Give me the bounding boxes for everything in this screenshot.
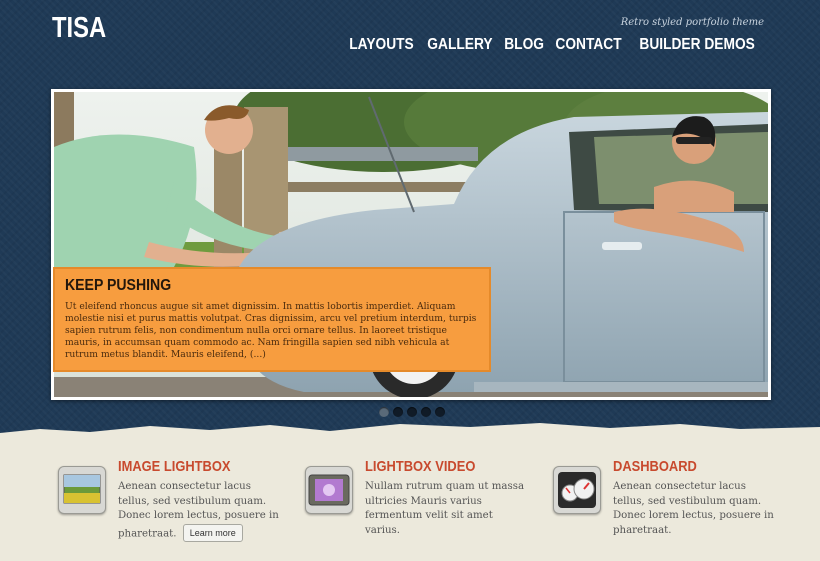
feature-text: Aenean consectetur lacus tellus, sed ves… xyxy=(118,480,283,542)
feature-text: Aenean consectetur lacus tellus, sed ves… xyxy=(613,481,774,536)
nav-item-gallery[interactable]: GALLERY xyxy=(427,36,492,54)
nav-item-blog[interactable]: BLOG xyxy=(504,36,544,54)
slide-caption-text: Ut eleifend rhoncus augue sit amet digni… xyxy=(65,301,477,360)
dashboard-gauge-icon xyxy=(553,466,601,514)
main-nav: LAYOUTS GALLERY BLOG CONTACT BUILDER DEM… xyxy=(348,36,760,54)
feature-title: DASHBOARD xyxy=(613,458,697,475)
image-lightbox-icon xyxy=(58,466,106,514)
slide-caption-title: KEEP PUSHING xyxy=(65,277,172,294)
torn-paper-edge xyxy=(0,423,820,445)
site-logo[interactable]: TISA xyxy=(52,12,106,45)
feature-text: Nullam rutrum quam ut massa ultricies Ma… xyxy=(365,481,525,536)
nav-item-layouts[interactable]: LAYOUTS xyxy=(349,36,413,54)
lightbox-video-icon xyxy=(305,466,353,514)
learn-more-button[interactable]: Learn more xyxy=(182,523,243,542)
feature-title: IMAGE LIGHTBOX xyxy=(118,458,231,475)
slide-caption: KEEP PUSHING Ut eleifend rhoncus augue s… xyxy=(53,267,491,372)
nav-item-builder-demos[interactable]: BUILDER DEMOS xyxy=(639,36,754,54)
site-tagline: Retro styled portfolio theme xyxy=(620,17,764,28)
nav-item-contact[interactable]: CONTACT xyxy=(555,36,621,54)
feature-title: LIGHTBOX VIDEO xyxy=(365,458,476,475)
